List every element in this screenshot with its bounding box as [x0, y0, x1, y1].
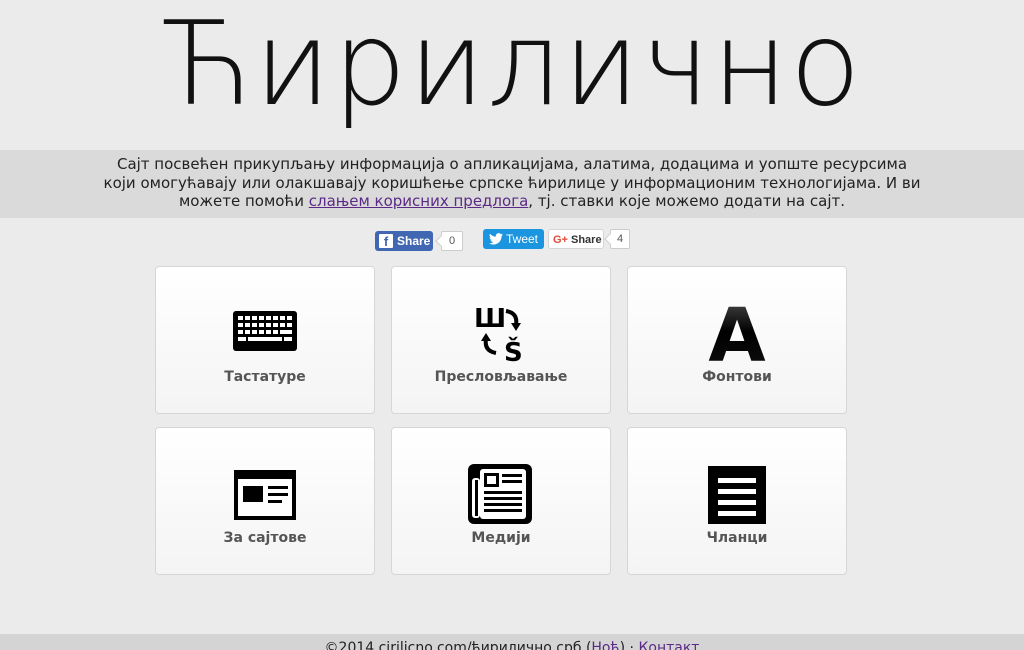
footer: ©2014 cirilicno.com/ћирилично.срб (Ноћ) … [0, 634, 1024, 650]
transliteration-icon: Ш Š [474, 304, 523, 363]
footer-copyright: ©2014 cirilicno.com/ћирилично.срб ( [324, 640, 592, 650]
translit-cyrillic-glyph: Ш [474, 304, 506, 334]
google-plus-share-button[interactable]: G+ Share [548, 229, 604, 249]
translit-latin-glyph: Š [504, 336, 523, 363]
twitter-bird-icon [489, 233, 503, 245]
contact-link[interactable]: Контакт [638, 640, 699, 650]
tile-label: Медији [471, 530, 531, 546]
page: Ћирилично Сајт посвећен прикупљању инфор… [0, 0, 1024, 650]
night-mode-link[interactable]: Ноћ [591, 640, 619, 650]
tile-websites[interactable]: За сајтове [155, 427, 375, 575]
keyboard-icon [233, 311, 297, 351]
tile-articles[interactable]: Чланци [627, 427, 847, 575]
site-logo[interactable]: Ћирилично [0, 0, 1024, 150]
font-glyph: A [708, 299, 765, 363]
tile-transliteration[interactable]: Ш Š Пресловљавање [391, 266, 611, 414]
tile-label: Чланци [706, 530, 768, 546]
tweet-button[interactable]: Tweet [483, 229, 544, 249]
intro-band: Сајт посвећен прикупљању информација о а… [0, 150, 1024, 218]
articles-icon [708, 466, 766, 524]
tile-label: Фонтови [702, 369, 772, 385]
social-buttons: f Share 0 Tweet G+ Share 4 [0, 229, 1024, 253]
footer-separator: ) · [619, 640, 639, 650]
tile-keyboards[interactable]: Тастатуре [155, 266, 375, 414]
facebook-share-button[interactable]: f Share [375, 231, 433, 251]
google-plus-icon: G+ [553, 234, 568, 246]
tile-label: Пресловљавање [434, 369, 568, 385]
google-share-label: Share [571, 234, 602, 246]
facebook-share-count: 0 [441, 231, 463, 251]
intro-text-end: , тј. ставки које можемо додати на сајт. [528, 192, 845, 210]
tile-label: За сајтове [223, 530, 307, 546]
tile-label: Тастатуре [224, 369, 306, 385]
tile-media[interactable]: Медији [391, 427, 611, 575]
tweet-label: Tweet [506, 232, 539, 246]
facebook-share-label: Share [397, 234, 431, 248]
facebook-icon: f [379, 234, 393, 249]
suggestions-link[interactable]: слањем корисних предлога [309, 192, 529, 210]
google-share-count: 4 [610, 229, 630, 249]
newspaper-icon [468, 464, 532, 524]
tile-fonts[interactable]: A Фонтови [627, 266, 847, 414]
font-icon: A [708, 299, 765, 363]
website-icon [234, 470, 296, 520]
